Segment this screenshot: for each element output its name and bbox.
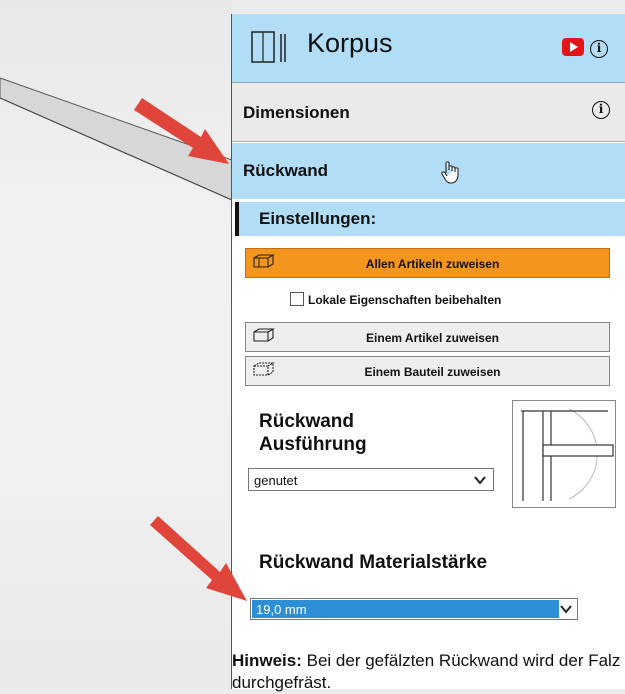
keep-local-checkbox-row[interactable]: Lokale Eigenschaften beibehalten xyxy=(290,292,501,307)
keep-local-checkbox[interactable] xyxy=(290,292,304,306)
section-dimensionen[interactable]: Dimensionen i xyxy=(232,83,625,142)
rueckwand-profile-drawing xyxy=(521,408,614,501)
materialstaerke-selected: 19,0 mm xyxy=(256,602,307,617)
box-icon xyxy=(253,328,275,342)
cabinet-icon xyxy=(251,31,286,63)
assign-article-label: Einem Artikel zuweisen xyxy=(366,331,499,345)
materialstaerke-select[interactable]: 19,0 mm xyxy=(250,598,578,620)
section-rueckwand[interactable]: Rückwand xyxy=(232,143,625,199)
box-icon xyxy=(253,254,275,268)
materialstaerke-label: Rückwand Materialstärke xyxy=(259,552,488,573)
ausfuehrung-label: Rückwand Ausführung xyxy=(259,410,367,456)
rueckwand-preview xyxy=(512,400,616,508)
info-icon[interactable]: i xyxy=(592,101,610,119)
assign-all-label: Allen Artikeln zuweisen xyxy=(365,257,500,271)
section-dimensionen-label: Dimensionen xyxy=(243,103,350,122)
youtube-icon[interactable] xyxy=(562,38,584,56)
viewport-canvas[interactable] xyxy=(0,0,232,689)
info-icon[interactable]: i xyxy=(590,40,608,58)
part-icon xyxy=(253,362,275,376)
ausfuehrung-label-line2: Ausführung xyxy=(259,434,367,455)
canvas-drawing xyxy=(0,77,232,201)
ausfuehrung-select[interactable]: genutet xyxy=(248,468,494,491)
hint-label: Hinweis: xyxy=(232,651,302,670)
chevron-down-icon xyxy=(560,605,572,614)
settings-header: Einstellungen: xyxy=(235,202,625,236)
assign-article-button[interactable]: Einem Artikel zuweisen xyxy=(245,322,610,352)
assign-part-button[interactable]: Einem Bauteil zuweisen xyxy=(245,356,610,386)
assign-all-button[interactable]: Allen Artikeln zuweisen xyxy=(245,248,610,278)
hint-text: Hinweis: Bei der gefälzten Rückwand wird… xyxy=(232,650,625,694)
panel-header: Korpus i xyxy=(232,14,625,83)
settings-title: Einstellungen: xyxy=(259,209,377,228)
panel-title: Korpus xyxy=(307,28,393,58)
chevron-down-icon xyxy=(474,476,486,485)
keep-local-label: Lokale Eigenschaften beibehalten xyxy=(308,293,502,307)
properties-panel: Korpus i Dimensionen i Rückwand Einstell… xyxy=(231,14,625,692)
ausfuehrung-label-line1: Rückwand xyxy=(259,411,355,432)
section-rueckwand-label: Rückwand xyxy=(243,161,329,180)
ausfuehrung-selected: genutet xyxy=(254,473,298,488)
assign-part-label: Einem Bauteil zuweisen xyxy=(364,365,501,379)
hand-pointer-icon xyxy=(441,161,459,184)
